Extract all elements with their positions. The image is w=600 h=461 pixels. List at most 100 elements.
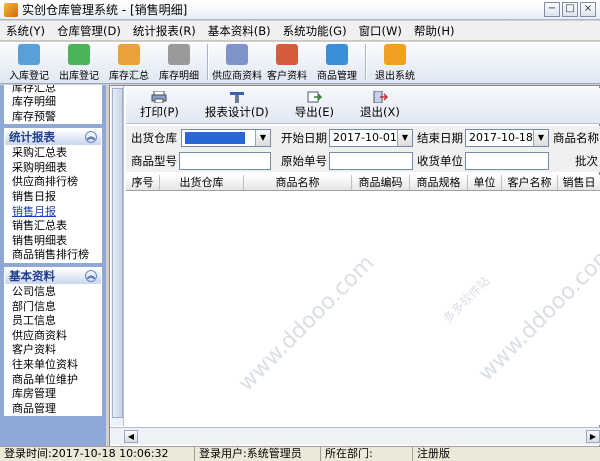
- nav-item-supplier-ranking[interactable]: 供应商排行榜: [4, 175, 102, 190]
- watermark: 多多软件站: [440, 273, 493, 327]
- column-header[interactable]: 序号: [126, 175, 160, 190]
- nav-item-purchase-summary[interactable]: 采购汇总表: [4, 146, 102, 161]
- nav-item-inventory-warning[interactable]: 库存预警: [4, 110, 102, 125]
- nav-item-product-sales-ranking[interactable]: 商品销售排行榜: [4, 248, 102, 263]
- left-nav: 库存汇总 库存明细 库存预警 统计报表 ︽ 采购汇总表 采购明细表 供应商排行榜…: [0, 85, 106, 447]
- dropdown-arrow-icon[interactable]: ▼: [255, 130, 270, 146]
- nav-reports-list: 采购汇总表 采购明细表 供应商排行榜 销售日报 销售月报 销售汇总表 销售明细表…: [4, 146, 102, 263]
- report-design-button[interactable]: 报表设计(D): [205, 91, 269, 120]
- end-date-label: 结束日期: [417, 131, 463, 145]
- scroll-right-icon[interactable]: ▶: [586, 430, 600, 443]
- column-header[interactable]: 出货仓库: [160, 175, 244, 190]
- horizontal-scrollbar[interactable]: ◀ ▶: [110, 427, 600, 445]
- nav-item-sales-summary[interactable]: 销售汇总表: [4, 219, 102, 234]
- close-button[interactable]: ×: [580, 2, 596, 17]
- model-input[interactable]: [179, 152, 271, 170]
- customer-icon: [276, 44, 298, 65]
- nav-item-purchase-detail[interactable]: 采购明细表: [4, 161, 102, 176]
- nav-item-inventory-summary[interactable]: 库存汇总: [4, 85, 102, 95]
- column-header[interactable]: 商品规格: [410, 175, 468, 190]
- print-button[interactable]: 打印(P): [140, 91, 179, 120]
- batch-label: 批次: [575, 154, 598, 168]
- product-name-label: 商品名称: [553, 131, 599, 145]
- app-icon: [4, 2, 18, 17]
- nav-item-company-info[interactable]: 公司信息: [4, 285, 102, 300]
- menu-basic-data[interactable]: 基本资料(B): [202, 23, 277, 39]
- vertical-scrollbar[interactable]: [111, 86, 124, 426]
- grid-body[interactable]: www.ddooo.com www.ddooo.com 多多软件站: [126, 191, 600, 425]
- warehouse-label: 出货仓库: [131, 131, 177, 145]
- printer-icon: [151, 91, 167, 103]
- watermark: www.ddooo.com: [233, 250, 380, 397]
- original-number-input[interactable]: [329, 152, 413, 170]
- stock-in-button[interactable]: 入库登记: [4, 42, 54, 82]
- nav-top-list: 库存汇总 库存明细 库存预警: [4, 85, 102, 125]
- maximize-button[interactable]: □: [562, 2, 578, 17]
- nav-item-partner-data[interactable]: 往来单位资料: [4, 358, 102, 373]
- receiver-input[interactable]: [465, 152, 549, 170]
- nav-item-customer-data[interactable]: 客户资料: [4, 343, 102, 358]
- column-header[interactable]: 客户名称: [502, 175, 558, 190]
- edition: 注册版: [417, 447, 450, 460]
- export-icon: [307, 91, 323, 103]
- watermark: www.ddooo.com: [473, 240, 600, 387]
- nav-basic-list: 公司信息 部门信息 员工信息 供应商资料 客户资料 往来单位资料 商品单位维护 …: [4, 284, 102, 417]
- inventory-detail-icon: [168, 44, 190, 65]
- nav-item-inventory-detail[interactable]: 库存明细: [4, 95, 102, 110]
- login-user: 登录用户:系统管理员: [195, 447, 321, 461]
- customer-button[interactable]: 客户资料: [262, 42, 312, 82]
- stock-out-button[interactable]: 出库登记: [54, 42, 104, 82]
- toolbar-separator: [365, 44, 367, 80]
- menu-functions[interactable]: 系统功能(G): [277, 23, 353, 39]
- dropdown-arrow-icon[interactable]: ▼: [533, 130, 548, 146]
- supplier-button[interactable]: 供应商资料: [212, 42, 262, 82]
- product-button[interactable]: 商品管理: [312, 42, 362, 82]
- inventory-summary-icon: [118, 44, 140, 65]
- dropdown-arrow-icon[interactable]: ▼: [397, 130, 412, 146]
- exit-icon: [373, 91, 388, 103]
- start-date-label: 开始日期: [281, 131, 327, 145]
- nav-item-department-info[interactable]: 部门信息: [4, 300, 102, 315]
- nav-item-product-management[interactable]: 商品管理: [4, 402, 102, 417]
- inventory-summary-button[interactable]: 库存汇总: [104, 42, 154, 82]
- original-number-label: 原始单号: [281, 154, 327, 168]
- title-bar: 实创仓库管理系统 - [销售明细] − □ ×: [0, 0, 600, 20]
- nav-group-basic-data[interactable]: 基本资料 ︽: [4, 266, 102, 285]
- minimize-button[interactable]: −: [544, 2, 560, 17]
- nav-item-employee-info[interactable]: 员工信息: [4, 314, 102, 329]
- exit-report-button[interactable]: 退出(X): [360, 91, 400, 120]
- menu-warehouse[interactable]: 仓库管理(D): [51, 23, 127, 39]
- menu-help[interactable]: 帮助(H): [408, 23, 461, 39]
- menu-window[interactable]: 窗口(W): [353, 23, 408, 39]
- nav-item-warehouse-management[interactable]: 库房管理: [4, 387, 102, 402]
- grid-header: 序号 出货仓库 商品名称 商品编码 商品规格 单位 客户名称 销售日: [126, 175, 600, 191]
- model-label: 商品型号: [131, 154, 177, 168]
- column-header[interactable]: 销售日: [558, 175, 600, 190]
- exit-system-button[interactable]: 退出系统: [370, 42, 420, 82]
- menu-reports[interactable]: 统计报表(R): [127, 23, 202, 39]
- column-header[interactable]: 单位: [468, 175, 502, 190]
- main-toolbar: 入库登记 出库登记 库存汇总 库存明细 供应商资料 客户资料 商品管理 退出系统: [0, 42, 600, 84]
- menu-system[interactable]: 系统(Y): [0, 23, 51, 39]
- export-button[interactable]: 导出(E): [295, 91, 334, 120]
- scrollbar-thumb[interactable]: [112, 88, 123, 418]
- column-header[interactable]: 商品名称: [244, 175, 352, 190]
- receiver-label: 收货单位: [417, 154, 463, 168]
- nav-item-monthly-sales[interactable]: 销售月报: [4, 205, 102, 220]
- nav-item-unit-maintenance[interactable]: 商品单位维护: [4, 373, 102, 388]
- chevron-up-icon[interactable]: ︽: [85, 131, 97, 144]
- nav-item-daily-sales[interactable]: 销售日报: [4, 190, 102, 205]
- scroll-left-icon[interactable]: ◀: [124, 430, 138, 443]
- column-header[interactable]: 商品编码: [352, 175, 410, 190]
- nav-item-supplier-data[interactable]: 供应商资料: [4, 329, 102, 344]
- nav-item-sales-detail[interactable]: 销售明细表: [4, 234, 102, 249]
- chevron-up-icon[interactable]: ︽: [85, 269, 97, 282]
- nav-group-reports[interactable]: 统计报表 ︽: [4, 128, 102, 147]
- warehouse-select[interactable]: ▼: [181, 129, 271, 147]
- end-date-field[interactable]: 2017-10-18 ▼: [465, 129, 549, 147]
- product-icon: [326, 44, 348, 65]
- report-design-icon: [229, 92, 244, 103]
- inventory-detail-button[interactable]: 库存明细: [154, 42, 204, 82]
- stock-out-icon: [68, 44, 90, 65]
- start-date-field[interactable]: 2017-10-01 ▼: [329, 129, 413, 147]
